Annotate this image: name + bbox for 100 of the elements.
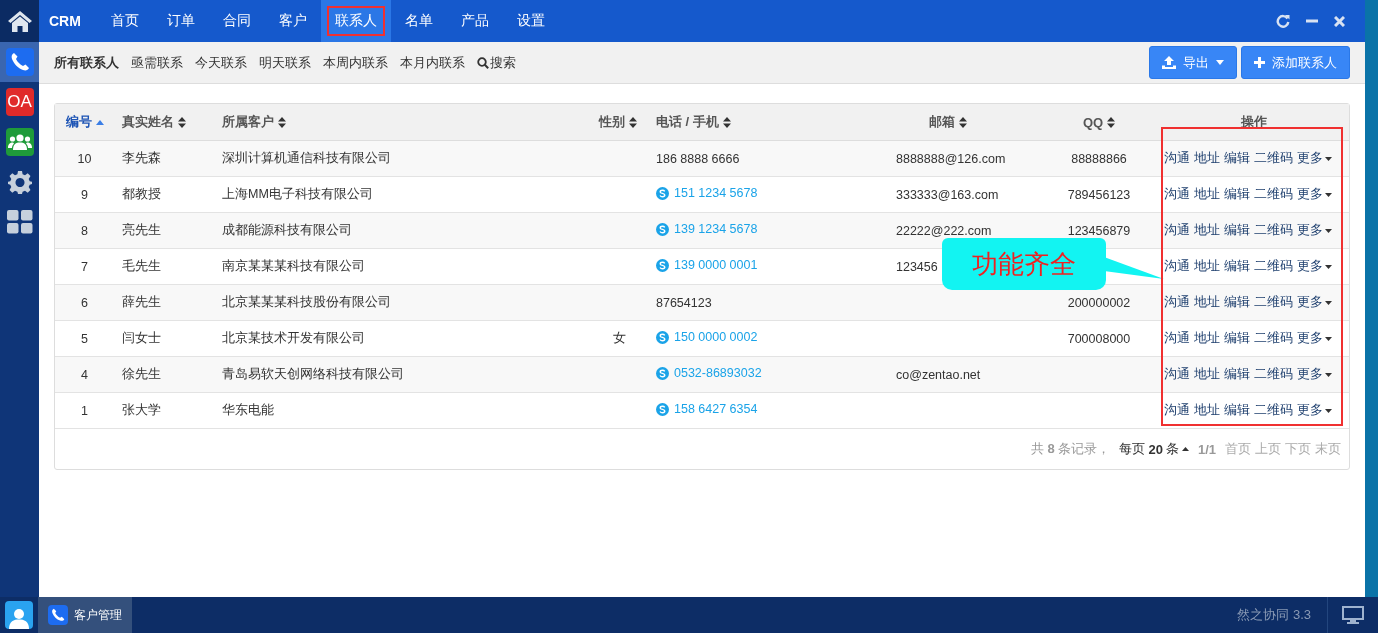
id-cell: 5 bbox=[81, 331, 88, 346]
email-cell: 22222@222.com bbox=[896, 223, 992, 238]
column-header: 操作 bbox=[1241, 113, 1267, 131]
action-link[interactable]: 编辑 bbox=[1224, 222, 1250, 239]
gender-cell: 女 bbox=[613, 331, 626, 345]
caret-icon bbox=[1325, 192, 1332, 197]
action-link[interactable]: 地址 bbox=[1194, 366, 1220, 383]
action-link[interactable]: 沟通 bbox=[1164, 330, 1190, 347]
skype-icon bbox=[656, 222, 669, 236]
action-link[interactable]: 沟通 bbox=[1164, 258, 1190, 275]
plus-icon bbox=[1254, 57, 1265, 68]
search-link[interactable]: 搜索 bbox=[477, 53, 516, 72]
nav-tab[interactable]: 联系人 bbox=[320, 0, 391, 42]
action-link[interactable]: 二维码 bbox=[1254, 330, 1293, 347]
nav-tab[interactable]: 订单 bbox=[152, 0, 209, 42]
action-link[interactable]: 二维码 bbox=[1254, 294, 1293, 311]
action-link[interactable]: 地址 bbox=[1194, 258, 1220, 275]
action-link[interactable]: 沟通 bbox=[1164, 366, 1190, 383]
export-button[interactable]: 导出 bbox=[1149, 46, 1237, 79]
filter-link[interactable]: 今天联系 bbox=[195, 53, 247, 72]
oa-app-icon: OA bbox=[5, 88, 34, 116]
caret-up-icon bbox=[1181, 447, 1189, 451]
refresh-icon[interactable] bbox=[1276, 14, 1290, 28]
nav-tab[interactable]: 客户 bbox=[264, 0, 321, 42]
more-dropdown[interactable]: 更多 bbox=[1297, 186, 1332, 203]
home-icon[interactable] bbox=[7, 10, 32, 32]
action-link[interactable]: 地址 bbox=[1194, 222, 1220, 239]
customer-cell: 南京某某某科技有限公司 bbox=[222, 259, 365, 273]
phone-icon bbox=[51, 608, 65, 622]
column-header[interactable]: 所属客户 bbox=[222, 113, 286, 131]
monitor-icon[interactable] bbox=[1342, 606, 1364, 624]
caret-icon bbox=[1216, 60, 1224, 65]
page-size-dropdown[interactable]: 每页 20 条 bbox=[1119, 440, 1189, 458]
column-header[interactable]: 邮箱 bbox=[929, 113, 967, 131]
app-slot[interactable]: OA bbox=[0, 82, 39, 122]
more-dropdown[interactable]: 更多 bbox=[1297, 366, 1332, 383]
add-contact-button[interactable]: 添加联系人 bbox=[1241, 46, 1350, 79]
qq-cell: 789456123 bbox=[1067, 187, 1131, 202]
user-icon bbox=[8, 607, 30, 629]
group-icon bbox=[7, 133, 32, 151]
nav-tab[interactable]: 合同 bbox=[208, 0, 265, 42]
action-link[interactable]: 地址 bbox=[1194, 330, 1220, 347]
phone-cell: 87654123 bbox=[656, 295, 712, 310]
filter-link[interactable]: 本周内联系 bbox=[323, 53, 388, 72]
more-dropdown[interactable]: 更多 bbox=[1297, 294, 1332, 311]
more-dropdown[interactable]: 更多 bbox=[1297, 150, 1332, 167]
customer-cell: 青岛易软天创网络科技有限公司 bbox=[222, 367, 404, 381]
caret-icon bbox=[1325, 372, 1332, 377]
action-link[interactable]: 二维码 bbox=[1254, 186, 1293, 203]
more-dropdown[interactable]: 更多 bbox=[1297, 330, 1332, 347]
action-link[interactable]: 沟通 bbox=[1164, 186, 1190, 203]
action-link[interactable]: 地址 bbox=[1194, 294, 1220, 311]
filter-link[interactable]: 本月内联系 bbox=[400, 53, 465, 72]
action-link[interactable]: 二维码 bbox=[1254, 258, 1293, 275]
name-cell: 闫女士 bbox=[122, 331, 161, 345]
action-link[interactable]: 地址 bbox=[1194, 402, 1220, 419]
id-cell: 6 bbox=[81, 295, 88, 310]
action-link[interactable]: 二维码 bbox=[1254, 366, 1293, 383]
taskbar-item[interactable]: 客户管理 bbox=[38, 597, 132, 633]
customer-cell: 北京某技术开发有限公司 bbox=[222, 331, 365, 345]
name-cell: 李先森 bbox=[122, 151, 161, 165]
more-dropdown[interactable]: 更多 bbox=[1297, 222, 1332, 239]
close-icon[interactable] bbox=[1334, 15, 1345, 27]
customer-cell: 深圳计算机通信科技有限公司 bbox=[222, 151, 391, 165]
filter-link[interactable]: 所有联系人 bbox=[54, 53, 119, 72]
action-link[interactable]: 编辑 bbox=[1224, 402, 1250, 419]
nav-tab[interactable]: 产品 bbox=[446, 0, 503, 42]
id-cell: 7 bbox=[81, 259, 88, 274]
name-cell: 徐先生 bbox=[122, 367, 161, 381]
more-dropdown[interactable]: 更多 bbox=[1297, 402, 1332, 419]
id-cell: 9 bbox=[81, 187, 88, 202]
nav-tab[interactable]: 名单 bbox=[390, 0, 447, 42]
customer-cell: 上海MM电子科技有限公司 bbox=[222, 187, 373, 201]
brand-title[interactable]: CRM bbox=[49, 0, 97, 42]
user-avatar[interactable] bbox=[5, 601, 33, 629]
nav-tab[interactable]: 首页 bbox=[96, 0, 153, 42]
filter-link[interactable]: 明天联系 bbox=[259, 53, 311, 72]
action-link[interactable]: 地址 bbox=[1194, 150, 1220, 167]
phone-icon bbox=[9, 52, 30, 72]
app-slot[interactable] bbox=[0, 42, 39, 82]
action-link[interactable]: 二维码 bbox=[1254, 402, 1293, 419]
action-link[interactable]: 编辑 bbox=[1224, 294, 1250, 311]
action-link[interactable]: 二维码 bbox=[1254, 222, 1293, 239]
action-link[interactable]: 沟通 bbox=[1164, 294, 1190, 311]
caret-icon bbox=[1325, 408, 1332, 413]
action-link[interactable]: 地址 bbox=[1194, 186, 1220, 203]
action-link[interactable]: 编辑 bbox=[1224, 186, 1250, 203]
more-dropdown[interactable]: 更多 bbox=[1297, 258, 1332, 275]
action-link[interactable]: 编辑 bbox=[1224, 366, 1250, 383]
upload-icon bbox=[1162, 56, 1176, 69]
column-header[interactable]: QQ bbox=[1082, 114, 1116, 130]
action-link[interactable]: 沟通 bbox=[1164, 402, 1190, 419]
action-link[interactable]: 编辑 bbox=[1224, 150, 1250, 167]
action-link[interactable]: 编辑 bbox=[1224, 258, 1250, 275]
action-link[interactable]: 编辑 bbox=[1224, 330, 1250, 347]
action-link[interactable]: 沟通 bbox=[1164, 222, 1190, 239]
action-link[interactable]: 沟通 bbox=[1164, 150, 1190, 167]
action-link[interactable]: 二维码 bbox=[1254, 150, 1293, 167]
nav-tab[interactable]: 设置 bbox=[502, 0, 559, 42]
filter-link[interactable]: 亟需联系 bbox=[131, 53, 183, 72]
